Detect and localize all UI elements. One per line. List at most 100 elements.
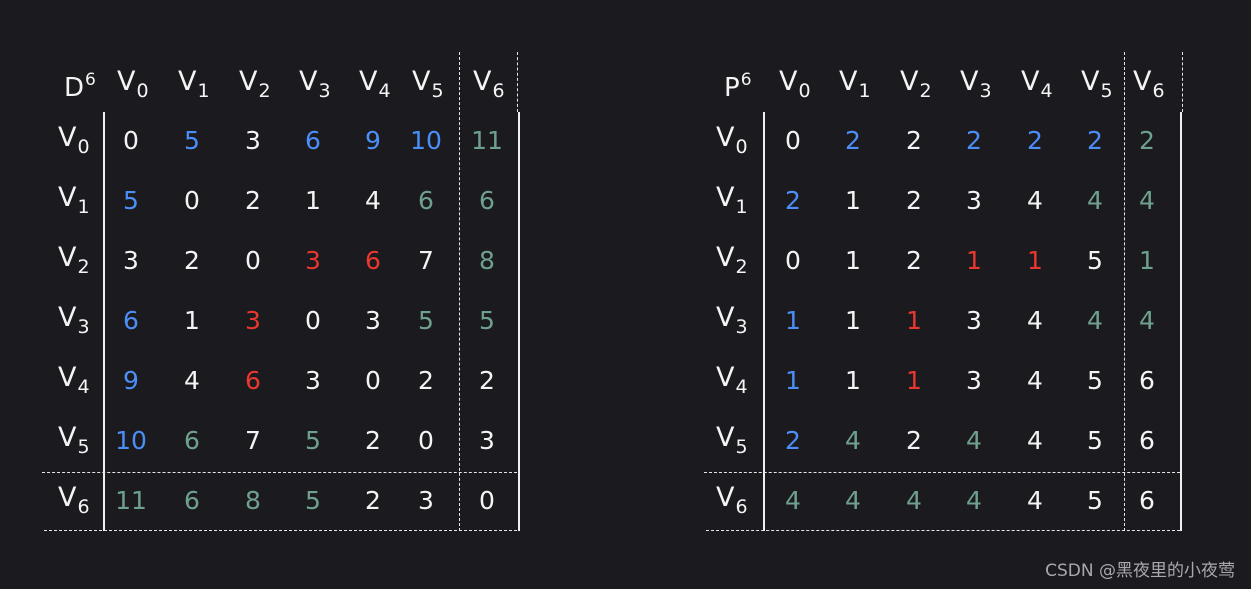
row-header-index: 1 xyxy=(735,196,748,218)
watermark: CSDN @黑夜里的小夜莺 xyxy=(1045,561,1235,581)
matrix-cell: 6 xyxy=(184,486,200,515)
matrix-cell: 8 xyxy=(479,246,495,275)
column-header-index: 6 xyxy=(1152,80,1165,102)
matrix-cell: 0 xyxy=(305,306,321,335)
row-header-letter: V xyxy=(58,302,77,333)
row-header: V6 xyxy=(716,482,748,518)
matrix-cell: 0 xyxy=(123,126,139,155)
row-header-letter: V xyxy=(716,242,735,273)
row-header-index: 6 xyxy=(77,496,90,518)
column-header-letter: V xyxy=(117,66,136,97)
row-header: V1 xyxy=(58,182,90,218)
row-header-index: 6 xyxy=(735,496,748,518)
column-header: V0 xyxy=(117,66,149,102)
matrix-cell: 2 xyxy=(785,426,801,455)
column-header-letter: V xyxy=(839,66,858,97)
row-header-letter: V xyxy=(58,122,77,153)
matrix-cell: 5 xyxy=(1087,486,1103,515)
matrix-cell: 1 xyxy=(845,366,861,395)
column-header-letter: V xyxy=(1021,66,1040,97)
column-header: V6 xyxy=(1133,66,1165,102)
row-header: V5 xyxy=(716,422,748,458)
row-header-letter: V xyxy=(716,422,735,453)
matrix-cell: 6 xyxy=(1139,426,1155,455)
matrix-cell: 0 xyxy=(418,426,434,455)
row-header-letter: V xyxy=(716,182,735,213)
matrix-cell: 1 xyxy=(305,186,321,215)
column-header-index: 3 xyxy=(318,80,331,102)
column-header: V6 xyxy=(473,66,505,102)
matrix-cell: 2 xyxy=(906,246,922,275)
column-header-letter: V xyxy=(239,66,258,97)
matrix-cell: 6 xyxy=(479,186,495,215)
column-header: V3 xyxy=(299,66,331,102)
matrix-cell: 1 xyxy=(1139,246,1155,275)
column-header-letter: V xyxy=(299,66,318,97)
matrix-cell: 4 xyxy=(365,186,381,215)
matrix-cell: 3 xyxy=(305,366,321,395)
column-header-index: 3 xyxy=(979,80,992,102)
matrix-cell: 7 xyxy=(245,426,261,455)
matrix-cell: 7 xyxy=(418,246,434,275)
matrix-cell: 2 xyxy=(845,126,861,155)
matrix-cell: 4 xyxy=(966,486,982,515)
matrix-right-border xyxy=(518,112,520,531)
matrix-bottom-border xyxy=(44,530,517,531)
matrix-cell: 2 xyxy=(906,126,922,155)
matrix-cell: 4 xyxy=(1027,366,1043,395)
column-header-index: 6 xyxy=(492,80,505,102)
matrix-cell: 2 xyxy=(245,186,261,215)
matrix-name: D6 xyxy=(64,70,96,103)
column-header-index: 1 xyxy=(197,80,210,102)
last-column-divider xyxy=(459,52,460,531)
matrix-cell: 5 xyxy=(184,126,200,155)
column-header: V3 xyxy=(960,66,992,102)
matrix-cell: 4 xyxy=(785,486,801,515)
column-header-index: 2 xyxy=(919,80,932,102)
matrix-cell: 5 xyxy=(1087,246,1103,275)
matrix-cell: 3 xyxy=(305,246,321,275)
column-header-index: 1 xyxy=(858,80,871,102)
matrix-cell: 1 xyxy=(845,306,861,335)
column-header-letter: V xyxy=(473,66,492,97)
matrix-cell: 3 xyxy=(966,366,982,395)
matrix-cell: 3 xyxy=(245,126,261,155)
row-header-letter: V xyxy=(716,482,735,513)
matrix-cell: 2 xyxy=(1087,126,1103,155)
matrix-cell: 5 xyxy=(305,426,321,455)
matrix-cell: 3 xyxy=(479,426,495,455)
matrix-cell: 4 xyxy=(966,426,982,455)
row-header-letter: V xyxy=(716,122,735,153)
column-header-index: 0 xyxy=(798,80,811,102)
column-header-letter: V xyxy=(779,66,798,97)
matrix-cell: 3 xyxy=(123,246,139,275)
matrix-cell: 4 xyxy=(1139,186,1155,215)
matrix-cell: 1 xyxy=(906,306,922,335)
column-header-letter: V xyxy=(359,66,378,97)
matrix-cell: 4 xyxy=(845,426,861,455)
row-header: V5 xyxy=(58,422,90,458)
column-header-letter: V xyxy=(1081,66,1100,97)
matrix-cell: 4 xyxy=(1087,186,1103,215)
column-header: V1 xyxy=(839,66,871,102)
matrix-cell: 2 xyxy=(418,366,434,395)
column-header-letter: V xyxy=(178,66,197,97)
matrix-cell: 9 xyxy=(365,126,381,155)
last-row-divider xyxy=(704,472,1180,473)
matrix-cell: 11 xyxy=(115,486,147,515)
row-header: V0 xyxy=(716,122,748,158)
matrix-cell: 6 xyxy=(1139,366,1155,395)
matrix-cell: 3 xyxy=(365,306,381,335)
matrix-cell: 4 xyxy=(1027,486,1043,515)
row-header-index: 3 xyxy=(735,316,748,338)
row-header-index: 0 xyxy=(735,136,748,158)
row-header-letter: V xyxy=(58,422,77,453)
matrix-name-superscript: 6 xyxy=(85,70,96,90)
matrix-cell: 6 xyxy=(245,366,261,395)
row-header-index: 2 xyxy=(735,256,748,278)
matrix-cell: 1 xyxy=(845,186,861,215)
row-header-letter: V xyxy=(58,482,77,513)
matrix-cell: 5 xyxy=(418,306,434,335)
column-header-index: 4 xyxy=(378,80,391,102)
matrix-cell: 0 xyxy=(245,246,261,275)
